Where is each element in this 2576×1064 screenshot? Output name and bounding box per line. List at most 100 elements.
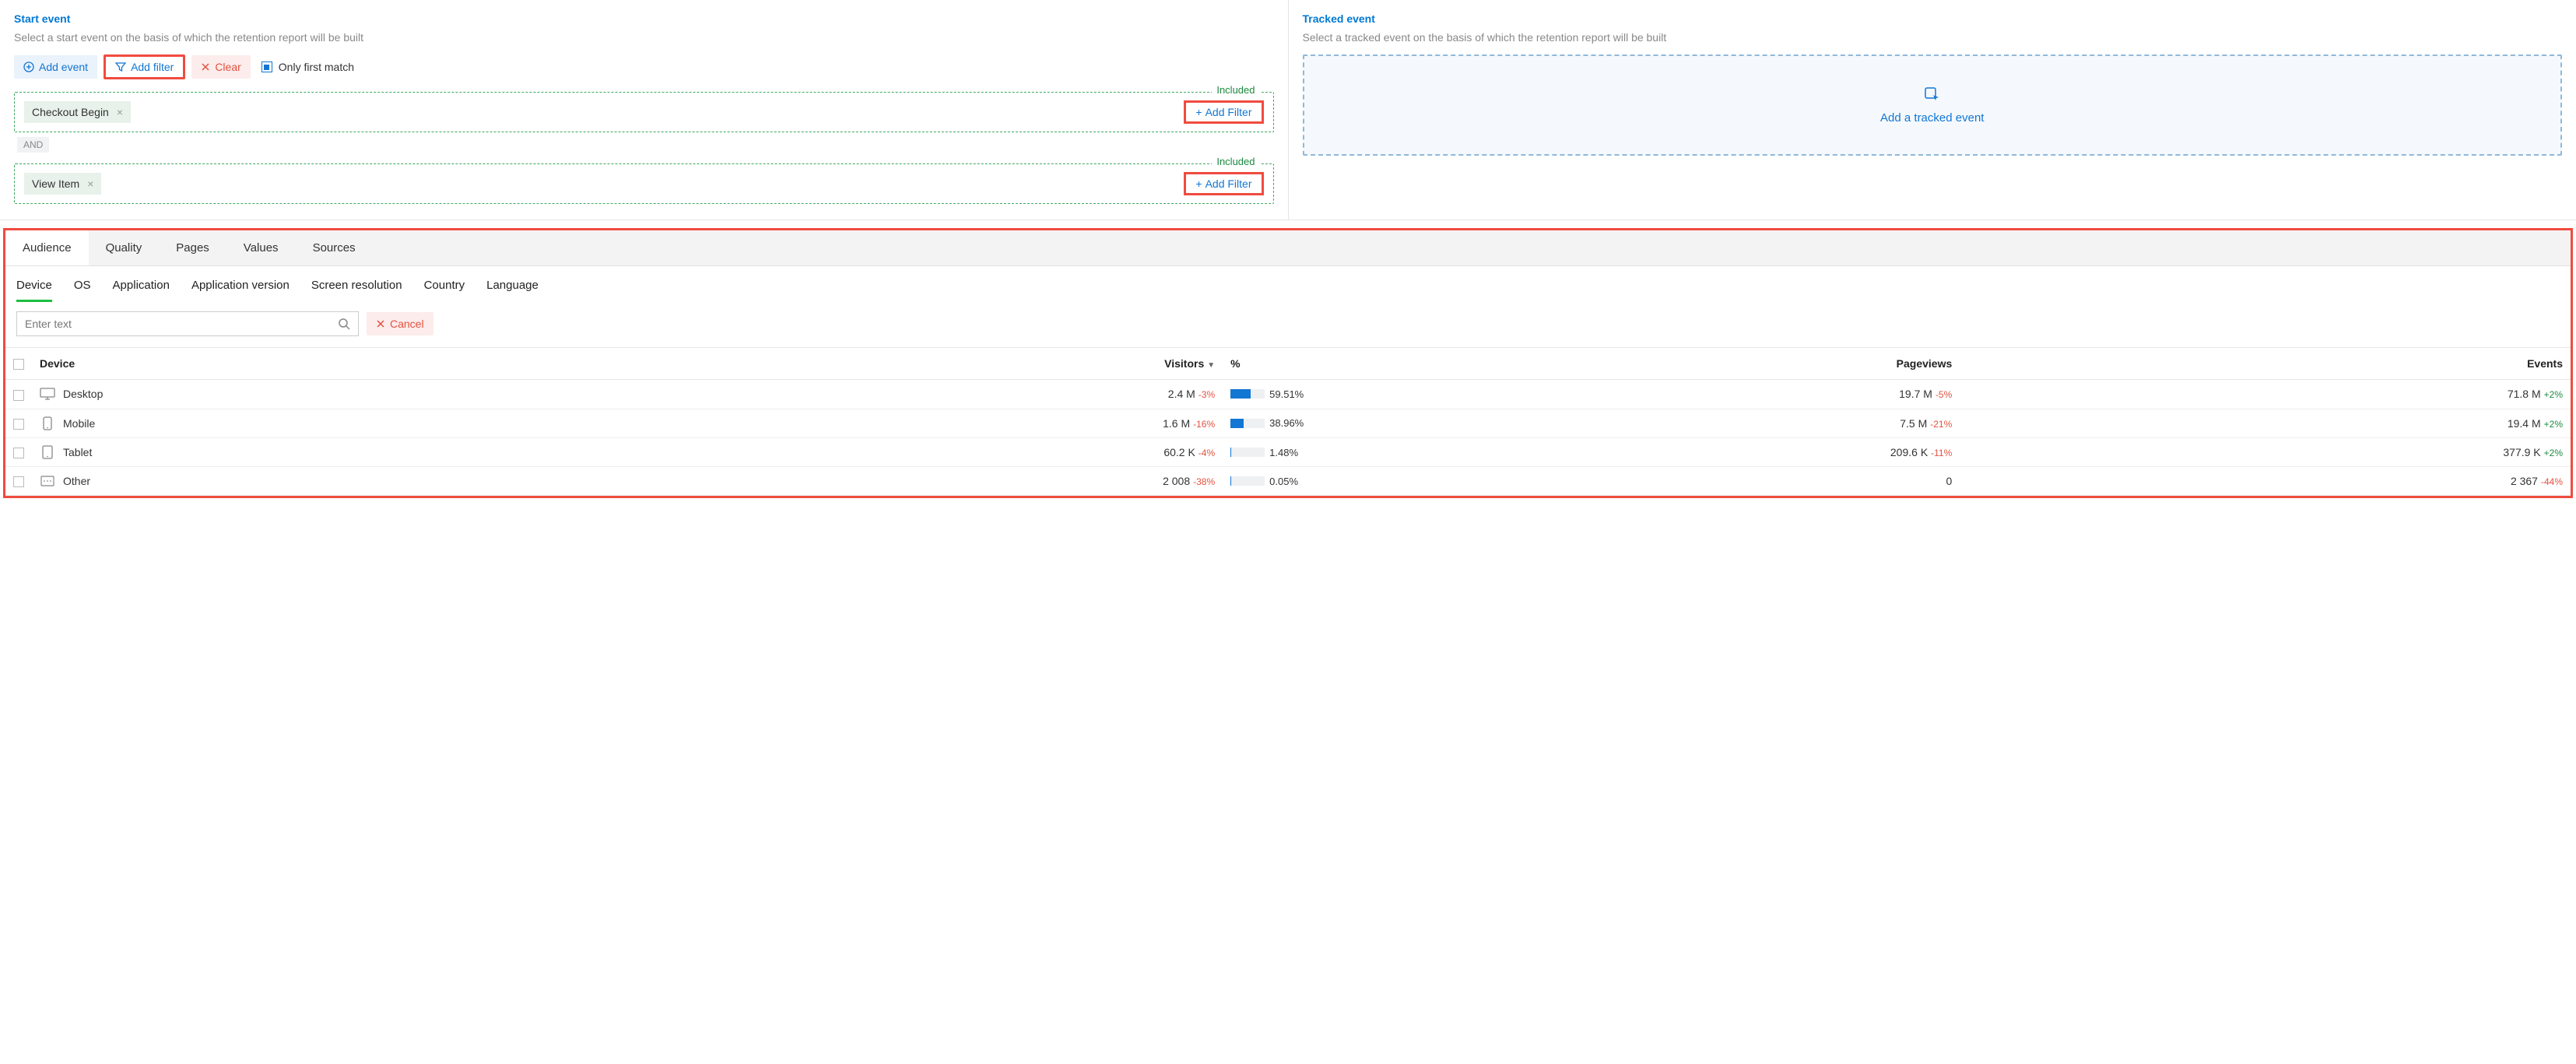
visitors-value: 1.6 M: [1163, 417, 1190, 430]
start-event-desc: Select a start event on the basis of whi…: [14, 31, 1274, 44]
device-name: Mobile: [63, 417, 95, 430]
x-icon: [376, 319, 385, 328]
row-checkbox[interactable]: [13, 390, 24, 401]
cancel-button[interactable]: Cancel: [367, 312, 433, 335]
add-filter-button[interactable]: Add filter: [104, 54, 185, 79]
event-chip-label: Checkout Begin: [32, 106, 109, 118]
events-value: 2 367: [2511, 475, 2538, 487]
col-device[interactable]: Device: [32, 348, 672, 380]
event-chip-label: View Item: [32, 177, 79, 190]
event-chip[interactable]: Checkout Begin ×: [24, 101, 131, 123]
percent-value: 1.48%: [1269, 447, 1298, 458]
pageviews-value: 209.6 K: [1890, 446, 1928, 458]
start-event-title: Start event: [14, 12, 1274, 25]
add-tracked-event-label: Add a tracked event: [1880, 111, 1984, 125]
add-filter-inner-label: Add Filter: [1206, 177, 1252, 190]
sub-tab-application[interactable]: Application: [113, 279, 170, 302]
percent-value: 59.51%: [1269, 388, 1304, 400]
filter-search-input[interactable]: [17, 312, 330, 335]
add-event-label: Add event: [39, 61, 88, 73]
sub-tab-os[interactable]: OS: [74, 279, 91, 302]
row-checkbox[interactable]: [13, 448, 24, 458]
plus-icon: +: [1195, 106, 1202, 118]
tracked-event-title: Tracked event: [1303, 12, 2563, 25]
table-row: Other 2 008-38% 0.05% 0 2 367-44%: [5, 467, 2571, 496]
device-name: Desktop: [63, 388, 103, 400]
included-label: Included: [1212, 84, 1259, 96]
mobile-icon: [40, 417, 55, 430]
main-tab-audience[interactable]: Audience: [5, 230, 89, 265]
main-tab-quality[interactable]: Quality: [89, 230, 160, 265]
pageviews-delta: -5%: [1936, 389, 1952, 400]
device-name: Tablet: [63, 446, 92, 458]
percent-value: 0.05%: [1269, 476, 1298, 487]
add-tracked-event-box[interactable]: Add a tracked event: [1303, 54, 2563, 156]
col-pageviews[interactable]: Pageviews: [1332, 348, 1960, 380]
only-first-match-checkbox[interactable]: Only first match: [261, 61, 354, 73]
other-icon: [40, 475, 55, 487]
main-tab-values[interactable]: Values: [226, 230, 296, 265]
pageviews-value: 19.7 M: [1899, 388, 1932, 400]
cursor-click-icon: [1924, 86, 1941, 104]
row-checkbox[interactable]: [13, 476, 24, 487]
events-value: 19.4 M: [2508, 417, 2541, 430]
remove-event-icon[interactable]: ×: [117, 106, 123, 118]
percent-bar: [1230, 448, 1265, 457]
add-event-button[interactable]: Add event: [14, 55, 97, 79]
clear-button[interactable]: Clear: [191, 55, 250, 79]
visitors-value: 2.4 M: [1168, 388, 1195, 400]
col-percent[interactable]: %: [1223, 348, 1332, 380]
funnel-icon: [115, 61, 126, 72]
pageviews-delta: -11%: [1931, 448, 1952, 458]
pageviews-value: 7.5 M: [1900, 417, 1927, 430]
visitors-value: 60.2 K: [1163, 446, 1195, 458]
table-row: Tablet60.2 K-4%1.48%209.6 K-11%377.9 K+2…: [5, 437, 2571, 466]
pageviews-delta: -21%: [1930, 419, 1952, 430]
tracked-event-panel: Tracked event Select a tracked event on …: [1289, 0, 2576, 219]
desktop-icon: [40, 388, 55, 400]
filter-search-box: [16, 311, 359, 336]
device-name: Other: [63, 475, 90, 487]
sub-tab-screen-resolution[interactable]: Screen resolution: [311, 279, 402, 302]
pageviews-value: 0: [1946, 475, 1952, 487]
row-checkbox[interactable]: [13, 419, 24, 430]
sub-tab-country[interactable]: Country: [424, 279, 465, 302]
main-tab-sources[interactable]: Sources: [296, 230, 373, 265]
sort-desc-icon: ▼: [1207, 361, 1215, 370]
plus-circle-icon: [23, 61, 34, 72]
events-value: 71.8 M: [2508, 388, 2541, 400]
percent-value: 38.96%: [1269, 417, 1304, 429]
tablet-icon: [40, 446, 55, 458]
plus-icon: +: [1195, 177, 1202, 190]
col-events[interactable]: Events: [1960, 348, 2571, 380]
percent-bar: [1230, 476, 1265, 486]
visitors-value: 2 008: [1163, 475, 1190, 487]
select-all-checkbox[interactable]: [13, 359, 24, 370]
visitors-delta: -38%: [1193, 476, 1215, 487]
sub-tab-application-version[interactable]: Application version: [191, 279, 290, 302]
only-first-match-label: Only first match: [279, 61, 354, 73]
add-filter-inner-label: Add Filter: [1206, 106, 1252, 118]
tracked-event-desc: Select a tracked event on the basis of w…: [1303, 31, 2563, 44]
events-delta: -44%: [2541, 476, 2563, 487]
event-block: View Item × + Add Filter: [14, 163, 1274, 204]
visitors-delta: -3%: [1199, 389, 1215, 400]
remove-event-icon[interactable]: ×: [87, 177, 93, 190]
included-label: Included: [1212, 156, 1259, 167]
events-delta: +2%: [2544, 419, 2563, 430]
events-delta: +2%: [2544, 448, 2563, 458]
cancel-label: Cancel: [390, 318, 424, 330]
search-icon[interactable]: [330, 318, 358, 330]
event-block: Checkout Begin × + Add Filter: [14, 92, 1274, 132]
start-event-panel: Start event Select a start event on the …: [0, 0, 1289, 219]
main-tab-pages[interactable]: Pages: [159, 230, 226, 265]
sub-tab-device[interactable]: Device: [16, 279, 52, 302]
col-visitors[interactable]: Visitors▼: [672, 348, 1223, 380]
and-connector: AND: [17, 137, 49, 153]
add-filter-inner-button[interactable]: + Add Filter: [1184, 172, 1263, 195]
events-value: 377.9 K: [2503, 446, 2540, 458]
add-filter-inner-button[interactable]: + Add Filter: [1184, 100, 1263, 124]
sub-tab-language[interactable]: Language: [486, 279, 539, 302]
event-chip[interactable]: View Item ×: [24, 173, 101, 195]
add-filter-label: Add filter: [131, 61, 174, 73]
